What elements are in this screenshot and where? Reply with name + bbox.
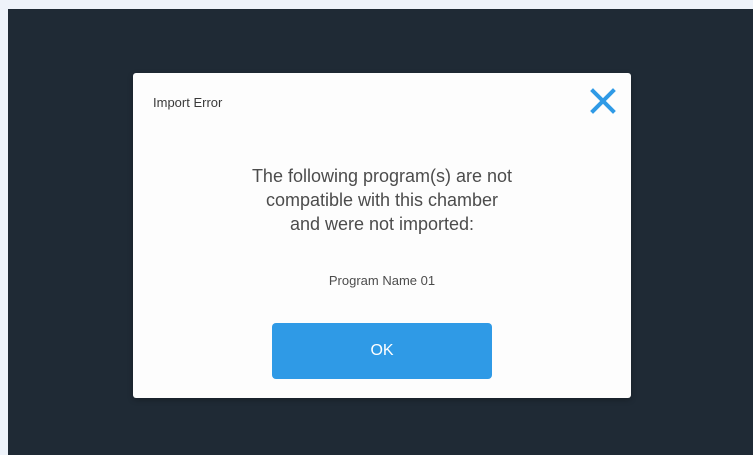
ok-button[interactable]: OK — [272, 323, 492, 379]
close-icon — [590, 88, 616, 114]
import-error-dialog: Import Error The following program(s) ar… — [133, 73, 631, 398]
dialog-title: Import Error — [153, 95, 223, 110]
error-message-line: and were not imported: — [289, 214, 475, 234]
program-name: Program Name 01 — [328, 273, 436, 288]
error-message: The following program(s) are not compati… — [133, 164, 631, 236]
error-message-line: The following program(s) are not — [251, 166, 513, 186]
error-message-line: compatible with this chamber — [265, 190, 499, 210]
close-button[interactable] — [585, 83, 621, 119]
